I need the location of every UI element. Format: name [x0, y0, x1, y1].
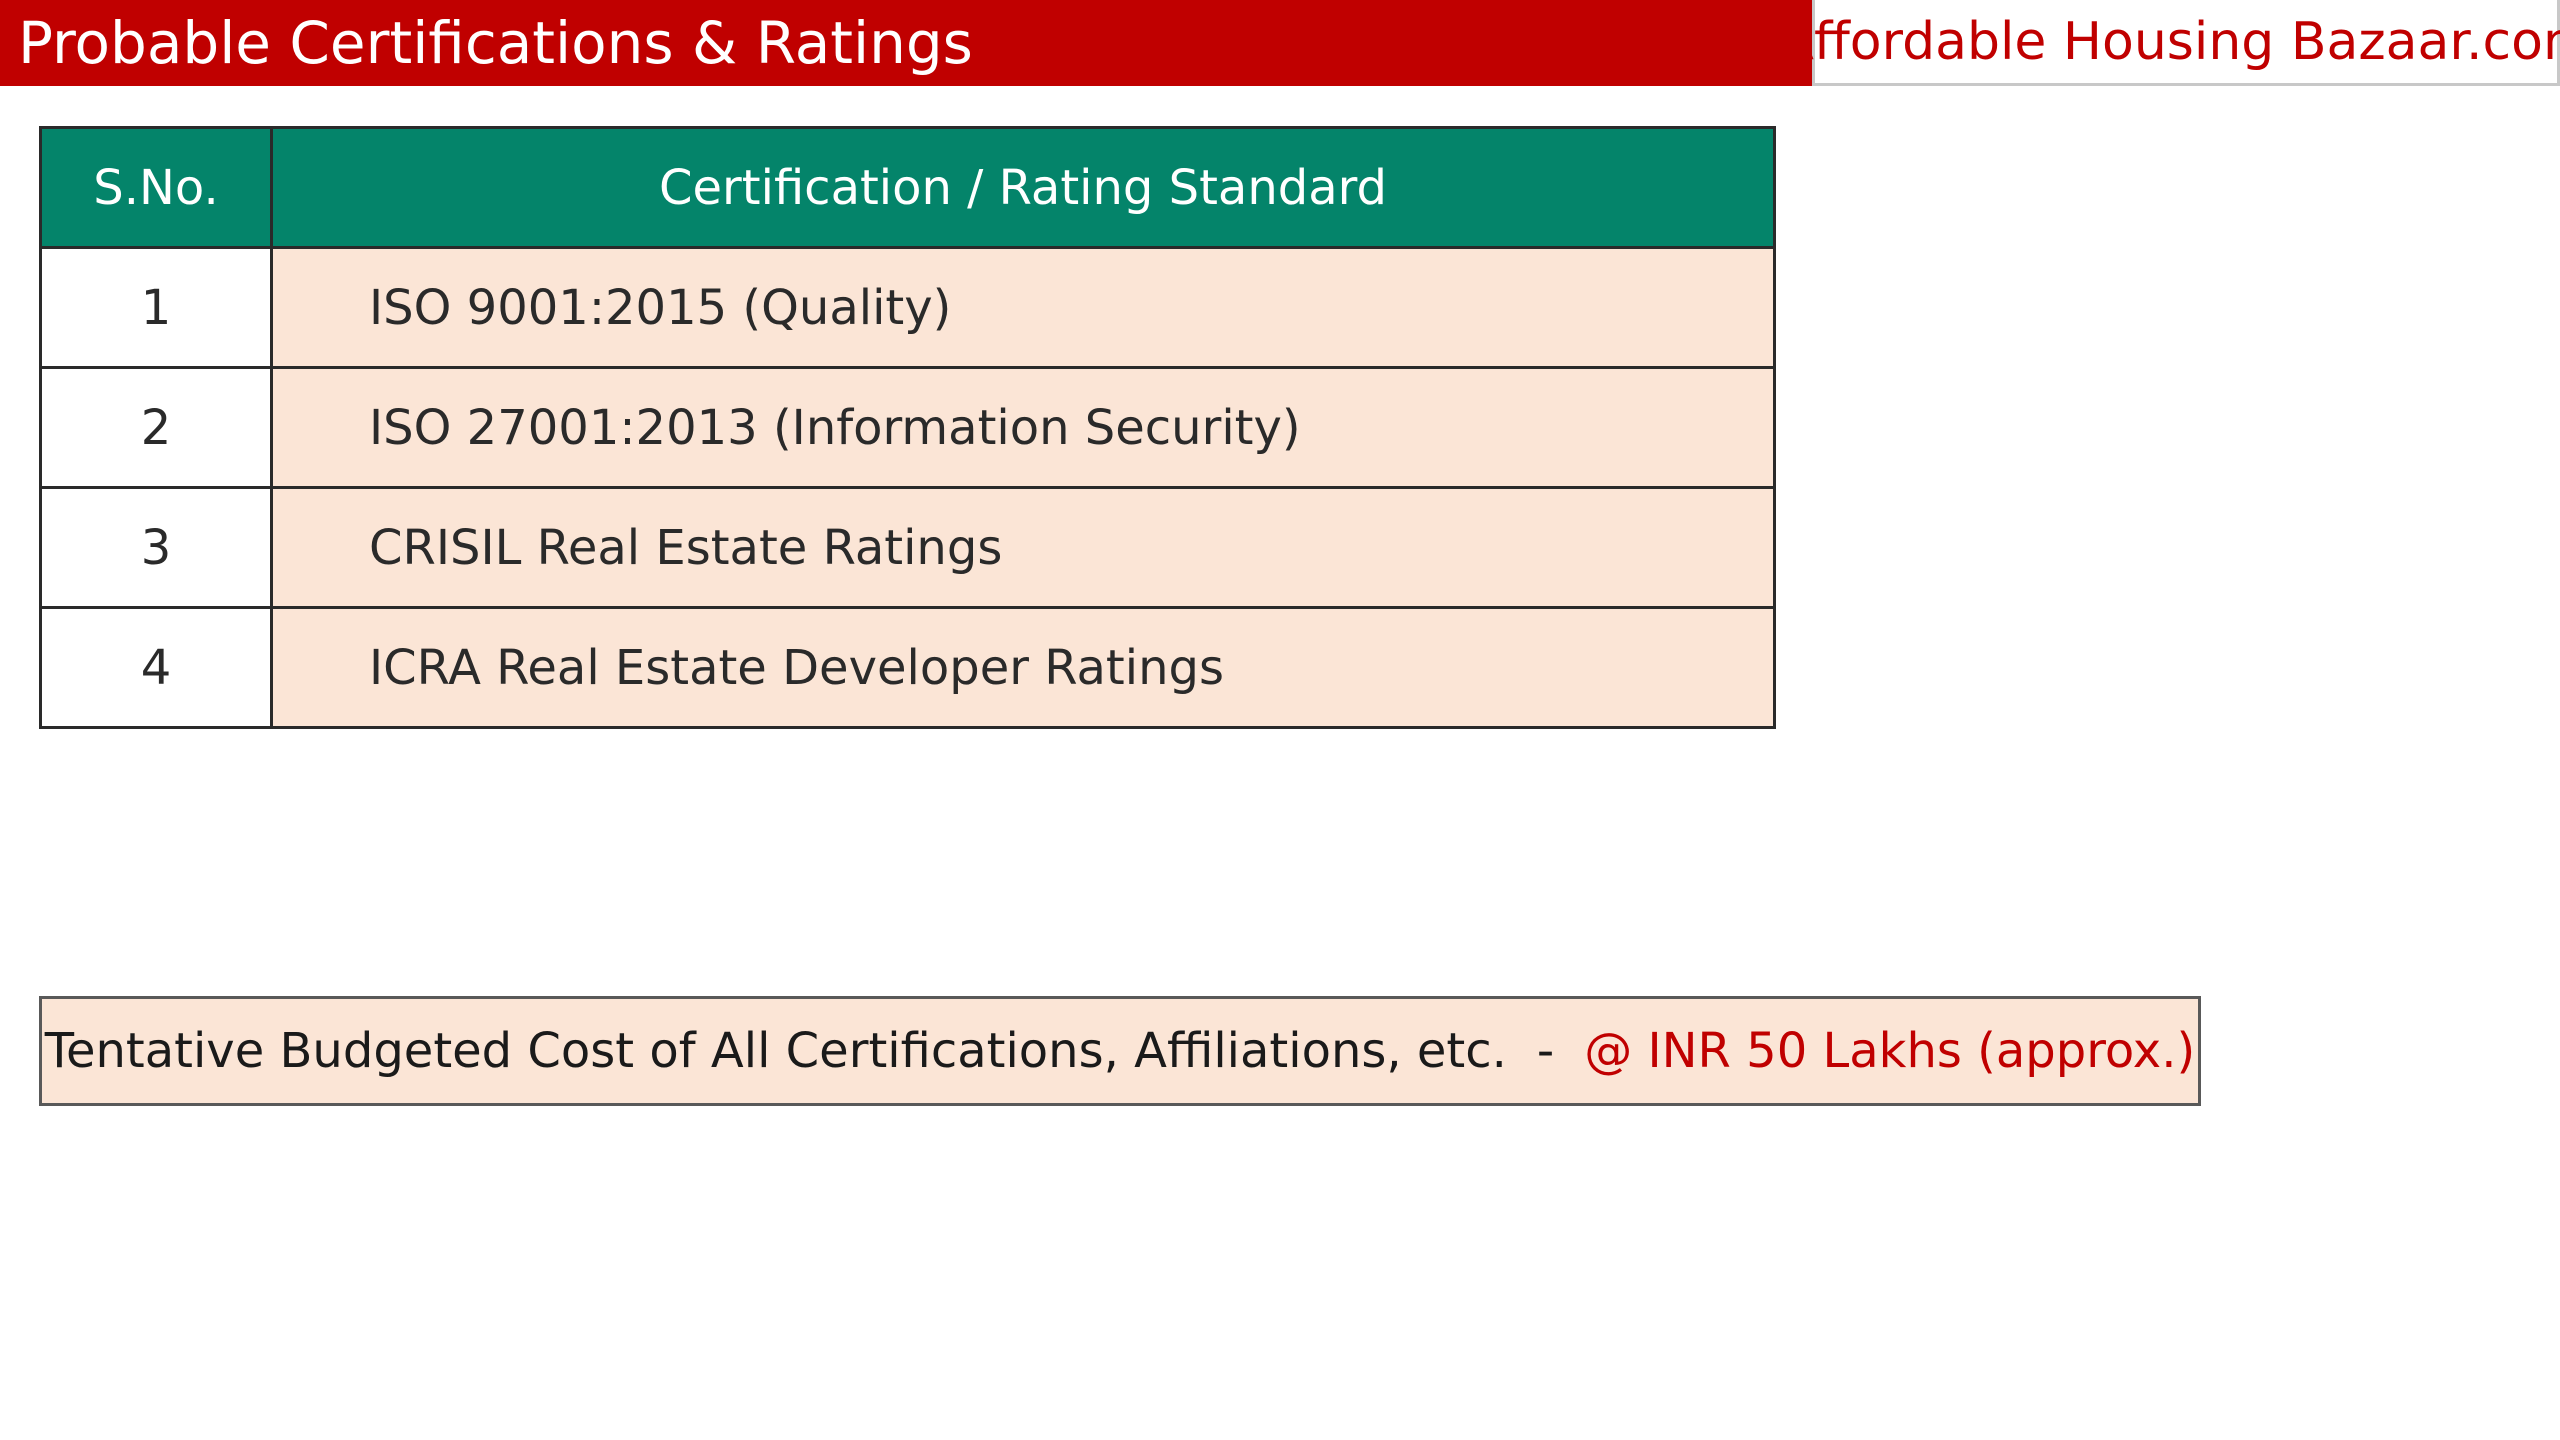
table-row: 3 CRISIL Real Estate Ratings	[39, 486, 1776, 609]
row-standard: ISO 9001:2015 (Quality)	[270, 246, 1776, 369]
page-title: Probable Certifications & Ratings	[18, 9, 973, 77]
row-sno: 4	[39, 606, 273, 729]
row-standard: ISO 27001:2013 (Information Security)	[270, 366, 1776, 489]
row-sno: 2	[39, 366, 273, 489]
column-header-standard: Certification / Rating Standard	[270, 126, 1776, 249]
table-row: 2 ISO 27001:2013 (Information Security)	[39, 366, 1776, 489]
column-header-sno: S.No.	[39, 126, 273, 249]
certifications-table: S.No. Certification / Rating Standard 1 …	[39, 126, 1776, 729]
row-sno: 3	[39, 486, 273, 609]
budget-box: Tentative Budgeted Cost of All Certifica…	[39, 996, 2201, 1106]
row-sno: 1	[39, 246, 273, 369]
budget-separator: -	[1536, 1023, 1555, 1079]
header-bar: Probable Certifications & Ratings	[0, 0, 1812, 86]
row-standard: ICRA Real Estate Developer Ratings	[270, 606, 1776, 729]
table-row: 1 ISO 9001:2015 (Quality)	[39, 246, 1776, 369]
budget-label: Tentative Budgeted Cost of All Certifica…	[44, 1023, 1507, 1079]
brand-name: Affordable Housing Bazaar.com	[1778, 11, 2560, 72]
row-standard: CRISIL Real Estate Ratings	[270, 486, 1776, 609]
brand-box: Affordable Housing Bazaar.com	[1778, 0, 2560, 86]
table-row: 4 ICRA Real Estate Developer Ratings	[39, 606, 1776, 729]
budget-value: @ INR 50 Lakhs (approx.)	[1584, 1023, 2196, 1079]
table-header-row: S.No. Certification / Rating Standard	[39, 126, 1776, 249]
